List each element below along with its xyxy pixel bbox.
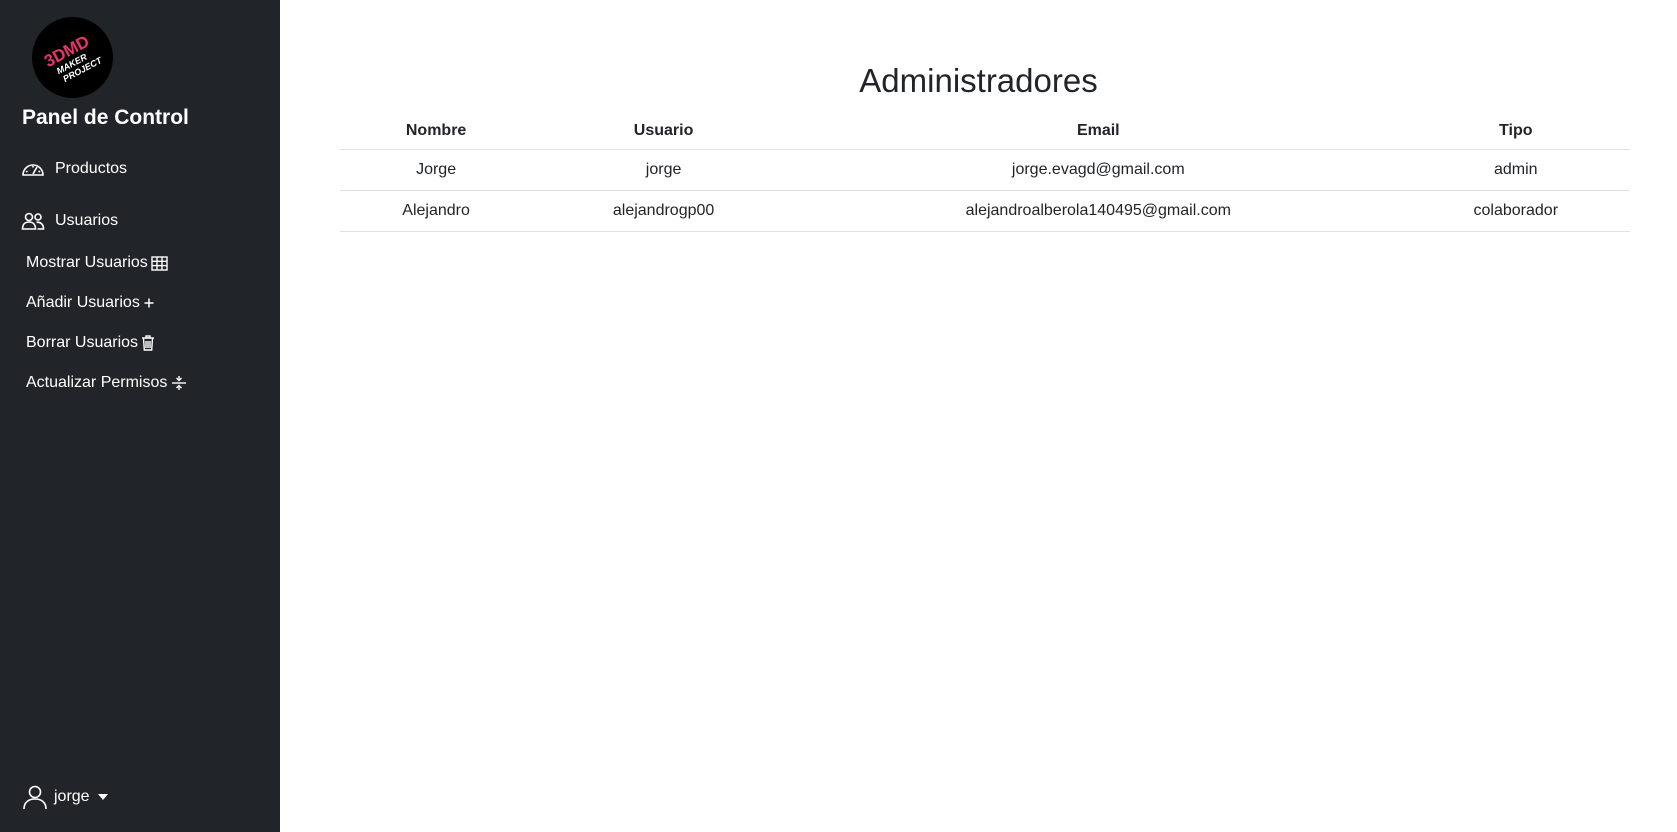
speedometer-icon — [21, 158, 47, 180]
sidebar: 3DMD MAKER PROJECT Panel de Control Prod… — [0, 0, 280, 832]
app-layout: 3DMD MAKER PROJECT Panel de Control Prod… — [0, 0, 1677, 832]
nav-productos-label: Productos — [55, 160, 128, 177]
logo-graphic: 3DMD MAKER PROJECT — [41, 32, 105, 84]
arrows-collapse-icon — [170, 375, 188, 391]
table-icon — [151, 255, 168, 271]
table-row: Alejandro alejandrogp00 alejandroalberol… — [340, 190, 1630, 232]
column-header-email: Email — [795, 113, 1402, 150]
user-name: jorge — [54, 788, 90, 805]
sub-item-label: Actualizar Permisos — [26, 374, 168, 391]
cell-email: alejandroalberola140495@gmail.com — [795, 190, 1402, 232]
cell-usuario: alejandrogp00 — [532, 190, 795, 232]
nav-usuarios[interactable]: Usuarios — [21, 210, 118, 232]
people-icon — [21, 210, 47, 232]
nav-productos[interactable]: Productos — [21, 158, 127, 180]
main-content: Administradores Nombre Usuario Email Tip… — [280, 0, 1677, 832]
sub-item-borrar-usuarios[interactable]: Borrar Usuarios — [26, 334, 155, 352]
sub-item-actualizar-permisos[interactable]: Actualizar Permisos — [26, 374, 188, 392]
sub-item-label: Añadir Usuarios — [26, 294, 140, 311]
plus-icon — [143, 297, 155, 309]
table-row: Jorge jorge jorge.evagd@gmail.com admin — [340, 149, 1630, 191]
sub-item-label: Borrar Usuarios — [26, 334, 139, 351]
cell-tipo: admin — [1401, 149, 1630, 191]
page-title: Administradores — [859, 62, 1098, 99]
user-dropdown[interactable]: jorge — [22, 784, 108, 810]
cell-nombre: Jorge — [340, 149, 533, 191]
cell-tipo: colaborador — [1401, 190, 1630, 232]
admins-table: Nombre Usuario Email Tipo Jorge jorge jo… — [340, 113, 1630, 232]
cell-nombre: Alejandro — [340, 190, 533, 232]
sub-item-anadir-usuarios[interactable]: Añadir Usuarios — [26, 294, 155, 312]
cell-email: jorge.evagd@gmail.com — [795, 149, 1402, 191]
sub-item-mostrar-usuarios[interactable]: Mostrar Usuarios — [26, 254, 168, 272]
column-header-nombre: Nombre — [340, 113, 533, 150]
trash-icon — [141, 335, 155, 351]
person-icon — [22, 784, 48, 810]
brand-logo[interactable]: 3DMD MAKER PROJECT — [32, 17, 113, 98]
cell-usuario: jorge — [532, 149, 795, 191]
caret-down-icon — [97, 794, 108, 800]
nav-usuarios-label: Usuarios — [55, 212, 119, 229]
column-header-tipo: Tipo — [1401, 113, 1630, 150]
table-header-row: Nombre Usuario Email Tipo — [340, 113, 1630, 150]
sub-item-label: Mostrar Usuarios — [26, 254, 148, 271]
column-header-usuario: Usuario — [532, 113, 795, 150]
panel-title: Panel de Control — [22, 106, 189, 129]
